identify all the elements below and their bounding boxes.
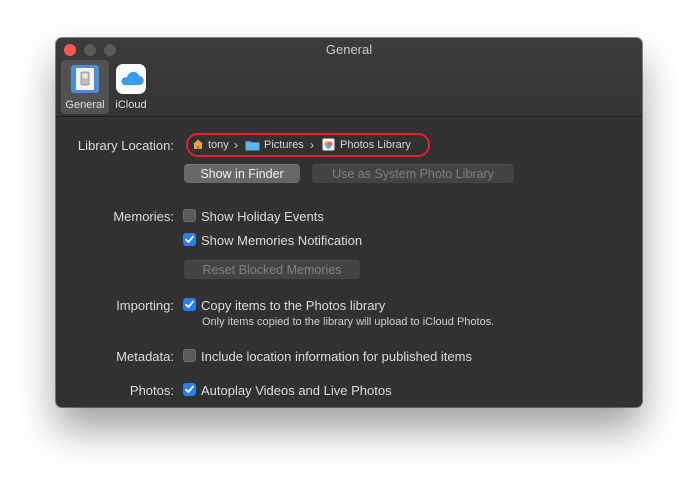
- metadata-label: Metadata:: [116, 349, 174, 364]
- include-location-label: Include location information for publish…: [201, 349, 472, 364]
- checkmark-icon: [185, 235, 194, 243]
- autoplay-label: Autoplay Videos and Live Photos: [201, 383, 392, 398]
- show-memories-notification-checkbox[interactable]: [183, 233, 196, 246]
- copy-items-label: Copy items to the Photos library: [201, 298, 386, 313]
- preferences-window: General General iCloud Library Location:…: [56, 38, 642, 407]
- photos-library-icon: [322, 138, 335, 154]
- path-segment-photos-library[interactable]: Photos Library: [340, 139, 411, 151]
- general-pane: Library Location: tony › Pictures › Phot…: [56, 117, 642, 407]
- general-switch-icon: [69, 63, 101, 100]
- reset-blocked-memories-button[interactable]: Reset Blocked Memories: [184, 260, 360, 279]
- path-separator: ›: [234, 138, 238, 152]
- toolbar-tab-label: General: [65, 99, 105, 111]
- importing-note: Only items copied to the library will up…: [202, 316, 495, 328]
- toolbar-tab-icloud[interactable]: iCloud: [111, 60, 151, 114]
- photos-label: Photos:: [129, 383, 174, 398]
- toolbar-tab-label: iCloud: [115, 99, 147, 111]
- toolbar-tab-general[interactable]: General: [61, 60, 109, 114]
- show-holiday-events-checkbox[interactable]: [183, 209, 196, 222]
- window-title: General: [325, 42, 373, 57]
- use-as-system-library-button[interactable]: Use as System Photo Library: [312, 164, 514, 183]
- show-in-finder-button[interactable]: Show in Finder: [184, 164, 300, 183]
- show-holiday-events-label: Show Holiday Events: [201, 209, 324, 224]
- icloud-icon: [115, 63, 147, 100]
- titlebar: General General iCloud: [56, 38, 642, 117]
- home-icon: [192, 138, 204, 153]
- importing-label: Importing:: [116, 298, 174, 313]
- checkmark-icon: [185, 385, 194, 393]
- path-segment-home[interactable]: tony: [208, 139, 229, 151]
- autoplay-checkbox[interactable]: [183, 383, 196, 396]
- folder-icon: [245, 139, 260, 154]
- checkmark-icon: [185, 300, 194, 308]
- path-separator: ›: [310, 138, 314, 152]
- show-memories-notification-label: Show Memories Notification: [201, 233, 363, 248]
- library-location-label: Library Location:: [77, 138, 174, 153]
- path-segment-pictures[interactable]: Pictures: [264, 139, 304, 151]
- copy-items-checkbox[interactable]: [183, 298, 196, 311]
- memories-label: Memories:: [113, 209, 174, 224]
- include-location-checkbox[interactable]: [183, 349, 196, 362]
- library-path-control[interactable]: tony › Pictures › Photos Library: [186, 133, 430, 157]
